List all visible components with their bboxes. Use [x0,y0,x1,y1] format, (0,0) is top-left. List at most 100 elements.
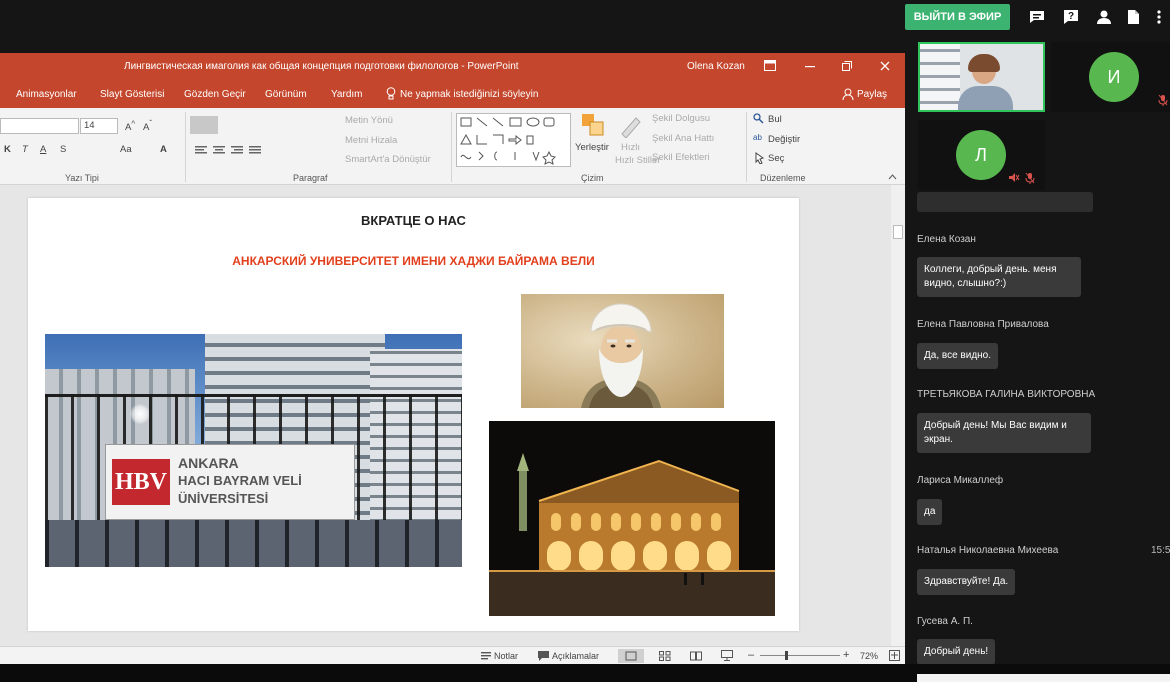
text-direction-button[interactable]: Metin Yönü [345,115,393,126]
scrollbar-thumb[interactable] [893,225,903,239]
share-user-icon [842,88,854,100]
tab-slayt-gosterisi[interactable]: Slayt Gösterisi [100,89,164,100]
font-size-field[interactable]: 14 [80,118,118,134]
strikethrough-icon[interactable]: S [60,144,66,155]
svg-text:?: ? [1068,11,1074,22]
tab-animasyonlar[interactable]: Animasyonlar [16,89,77,100]
quick-styles-label: Hızlı [621,142,640,153]
chat-message-partial [917,192,1093,212]
shrink-font-icon[interactable]: Aˇ [143,119,152,133]
participant-video-2[interactable]: Л [918,120,1045,190]
zoom-in-icon[interactable]: + [843,649,849,661]
normal-view-icon[interactable] [618,649,644,663]
minimize-icon[interactable] [805,66,815,68]
collapse-ribbon-icon[interactable] [888,174,897,180]
chat-timestamp: 15:5 [1151,545,1170,556]
university-building-photo[interactable]: HBV ANKARA HACI BAYRAM VELİ ÜNİVERSİTESİ [45,334,462,567]
replace-button[interactable]: Değiştir [768,134,800,145]
find-button[interactable]: Bul [768,114,782,125]
participant-video-1[interactable]: И [1051,42,1170,112]
zoom-level[interactable]: 72% [860,651,878,661]
quick-styles-icon[interactable] [618,112,644,138]
chat-message-line: экран. [924,434,953,445]
drawing-group-label: Çizim [581,173,604,183]
shape-fill-button[interactable]: Şekil Dolgusu [652,113,710,124]
tell-me-search[interactable]: Ne yapmak istediğinizi söyleyin [400,89,538,100]
tab-gozden-gecir[interactable]: Gözden Geçir [184,89,246,100]
chat-author: Елена Павловна Привалова [917,319,1049,330]
bullets-icon[interactable] [190,116,218,134]
signed-in-user[interactable]: Olena Kozan [687,61,745,72]
comments-icon [538,651,549,661]
participant-avatar: Л [956,130,1006,180]
building-base [45,520,462,567]
chat-message: Здравствуйте! Да. [917,569,1016,595]
tab-yardim[interactable]: Yardım [331,89,363,100]
portrait-figure [581,303,661,408]
smartart-button[interactable]: SmartArt'a Dönüştür [345,154,431,165]
bold-icon[interactable]: K [4,144,11,155]
chat-message-line: Добрый день! Мы Вас видим и [924,420,1067,431]
slide[interactable]: ВКРАТЦЕ О НАС АНКАРСКИЙ УНИВЕРСИТЕТ ИМЕН… [28,198,799,631]
zoom-slider[interactable] [760,655,840,656]
go-live-button[interactable]: ВЫЙТИ В ЭФИР [905,4,1010,30]
haci-bayram-portrait[interactable] [521,294,724,408]
slide-sorter-icon[interactable] [659,651,671,661]
chat-message-line: видно, слышно?:) [924,278,1007,289]
user-icon[interactable] [1095,8,1113,26]
chat-author: Наталья Николаевна Михеева [917,545,1059,556]
ribbon-separator [185,112,186,182]
select-button[interactable]: Seç [768,153,784,164]
mosque-night-photo[interactable] [489,421,775,616]
speaker-muted-icon [1009,173,1020,182]
chat-message: Добрый день! Мы Вас видим и экран. [917,413,1091,453]
slide-subtitle: АНКАРСКИЙ УНИВЕРСИТЕТ ИМЕНИ ХАДЖИ БАЙРАМ… [232,254,595,268]
slideshow-icon[interactable] [721,650,733,661]
chat-author: Гусева А. П. [917,616,973,627]
more-icon[interactable] [1154,8,1164,26]
chat-input[interactable] [917,674,1170,682]
reading-view-icon[interactable] [690,651,702,661]
presenter-hair [968,54,1000,72]
vertical-scrollbar[interactable] [891,185,905,646]
zoom-slider-thumb[interactable] [785,651,788,660]
sign-line-1: ANKARA [178,455,239,471]
chat-message-line: Да, все видно. [924,350,992,361]
presenter-video[interactable] [918,42,1045,112]
fit-slide-icon[interactable] [889,650,900,661]
tab-gorunum[interactable]: Görünüm [265,89,307,100]
ribbon-display-icon[interactable] [764,60,776,71]
university-sign: HBV ANKARA HACI BAYRAM VELİ ÜNİVERSİTESİ [105,444,355,520]
grow-font-icon[interactable]: A^ [125,119,135,133]
italic-icon[interactable]: T [22,144,28,155]
chat-message-line: Здравствуйте! Да. [924,576,1009,587]
arrange-button[interactable]: Yerleştir [575,142,609,153]
align-icons[interactable] [195,145,265,155]
notes-button[interactable]: Notlar [494,651,518,661]
chat-message: Добрый день! [917,639,996,665]
arrange-icon[interactable] [580,112,606,138]
slide-title: ВКРАТЦЕ О НАС [361,213,466,228]
chat-message-line: Добрый день! [924,646,989,657]
underline-icon[interactable]: A [40,144,46,155]
restore-icon[interactable] [842,61,852,71]
find-icon [753,113,764,124]
shape-outline-button[interactable]: Şekil Ana Hattı [652,133,714,144]
document-icon[interactable] [1124,8,1142,26]
comments-button[interactable]: Açıklamalar [552,651,599,661]
shape-effects-button[interactable]: Şekil Efektleri [652,152,710,163]
editing-group-label: Düzenleme [760,173,806,183]
font-color-icon[interactable]: A [160,144,167,155]
zoom-out-icon[interactable]: – [748,649,754,661]
paragraph-group-label: Paragraf [293,173,328,183]
close-icon[interactable] [880,61,890,71]
chat-author: Лариса Микаллеф [917,475,1004,486]
shapes-gallery[interactable] [456,113,571,167]
font-name-field[interactable] [0,118,79,134]
share-button[interactable]: Paylaş [857,89,887,100]
change-case-icon[interactable]: Aa [120,144,132,155]
chat-icon[interactable] [1028,8,1046,26]
align-text-button[interactable]: Metni Hizala [345,135,397,146]
question-icon[interactable]: ? [1062,8,1080,26]
chat-author: Елена Козан [917,234,976,245]
